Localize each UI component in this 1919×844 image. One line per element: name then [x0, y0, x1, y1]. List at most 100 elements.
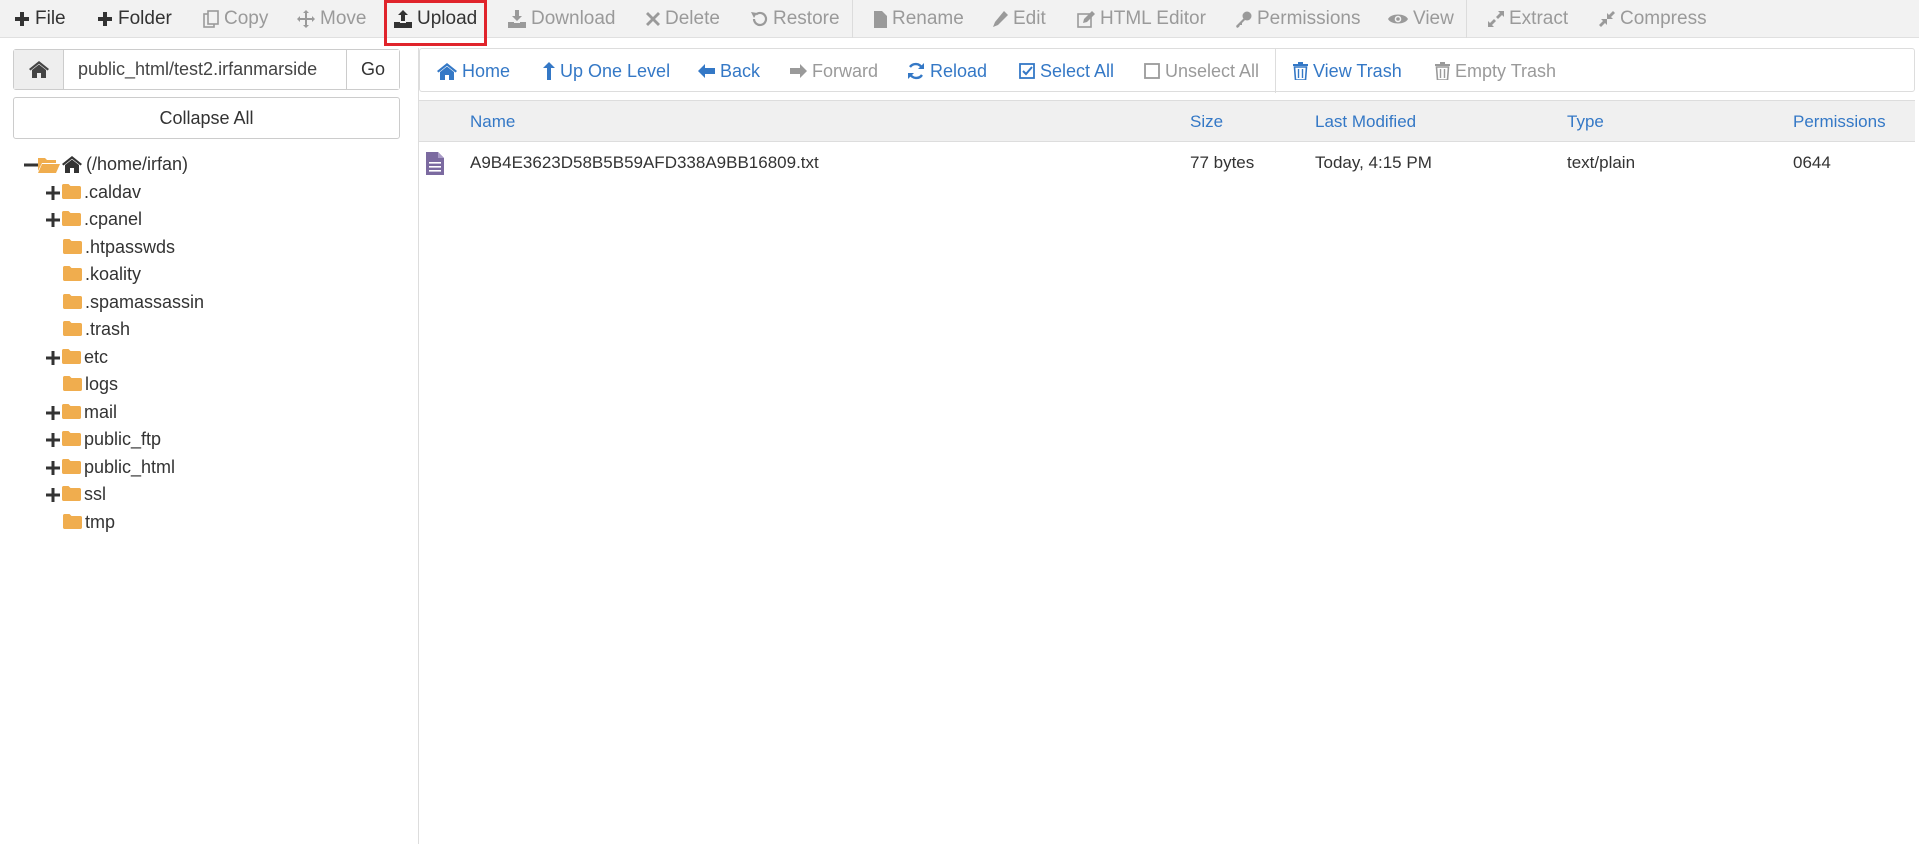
table-header: Name Size Last Modified Type Permissions	[419, 100, 1915, 142]
plus-icon[interactable]	[46, 185, 60, 200]
minus-icon[interactable]	[24, 158, 38, 172]
tree-root[interactable]: (/home/irfan)	[0, 152, 400, 178]
column-header-type[interactable]: Type	[1567, 101, 1604, 143]
tree-item-label: public_ftp	[84, 429, 162, 449]
download-button[interactable]: Download	[508, 0, 616, 38]
tree-item[interactable]: public_html	[0, 455, 400, 481]
arrow-left-icon	[698, 64, 715, 78]
plus-icon[interactable]	[46, 433, 60, 447]
column-header-name[interactable]: Name	[470, 101, 515, 143]
download-label: Download	[531, 8, 616, 29]
tree-item[interactable]: .htpasswds	[0, 235, 400, 261]
column-header-size[interactable]: Size	[1190, 101, 1223, 143]
home-button[interactable]: Home	[437, 49, 510, 93]
checkbox-checked-icon	[1019, 63, 1035, 79]
restore-label: Restore	[773, 8, 840, 29]
refresh-icon	[908, 62, 924, 80]
tree-item[interactable]: .caldav	[0, 180, 400, 206]
restore-button[interactable]: Restore	[751, 0, 840, 38]
extract-button[interactable]: Extract	[1488, 0, 1568, 38]
plus-icon[interactable]	[46, 405, 60, 420]
home-label: Home	[462, 60, 511, 81]
file-last-modified: Today, 4:15 PM	[1315, 153, 1432, 172]
new-folder-button[interactable]: Folder	[97, 0, 172, 38]
up-one-level-button[interactable]: Up One Level	[543, 49, 670, 93]
html-editor-button[interactable]: HTML Editor	[1077, 0, 1206, 38]
view-button[interactable]: View	[1388, 0, 1454, 38]
folder-icon	[63, 266, 82, 281]
folder-open-icon	[38, 158, 60, 173]
reload-button[interactable]: Reload	[907, 49, 987, 93]
copy-button[interactable]: Copy	[203, 0, 268, 38]
tree-item-label: .caldav	[84, 181, 142, 202]
edit-button[interactable]: Edit	[992, 0, 1046, 38]
compress-button[interactable]: Compress	[1599, 0, 1707, 38]
tree-item[interactable]: tmp	[0, 510, 400, 536]
empty-trash-button[interactable]: Empty Trash	[1435, 49, 1556, 93]
folder-icon	[62, 458, 81, 474]
tree-item[interactable]: etc	[0, 345, 400, 371]
plus-icon[interactable]	[46, 350, 60, 365]
tree-item[interactable]: mail	[0, 400, 400, 426]
tree-item-label: logs	[85, 374, 119, 394]
move-button[interactable]: Move	[297, 0, 366, 38]
tree-item-label: public_html	[84, 456, 176, 477]
back-button[interactable]: Back	[698, 49, 760, 93]
go-button[interactable]: Go	[346, 50, 399, 89]
home-icon	[28, 61, 49, 78]
folder-icon	[63, 321, 82, 336]
plus-icon[interactable]	[46, 488, 60, 502]
forward-button[interactable]: Forward	[790, 49, 878, 93]
plus-icon	[15, 12, 29, 26]
expand-icon	[1488, 11, 1504, 27]
plus-icon[interactable]	[46, 213, 60, 227]
forward-label: Forward	[812, 60, 879, 81]
rename-button[interactable]: Rename	[874, 0, 964, 38]
folder-icon	[62, 403, 81, 419]
folder-icon	[63, 238, 82, 254]
select-all-button[interactable]: Select All	[1019, 49, 1114, 93]
table-row[interactable]: A9B4E3623D58B5B59AFD338A9BB16809.txt 77 …	[419, 144, 1915, 182]
compress-label: Compress	[1620, 8, 1707, 29]
download-icon	[508, 10, 526, 28]
edit-label: Edit	[1013, 8, 1046, 29]
tree-item[interactable]: public_ftp	[0, 427, 400, 453]
folder-icon	[63, 376, 82, 391]
tree-item-label: mail	[84, 401, 118, 422]
new-file-button[interactable]: File	[14, 0, 66, 38]
tree-item[interactable]: ssl	[0, 482, 400, 508]
plus-icon[interactable]	[46, 460, 60, 475]
file-browser-panel: Home Up One Level Back Forward Reload Se…	[418, 48, 1915, 844]
copy-icon	[203, 10, 219, 28]
folder-icon	[63, 293, 82, 309]
column-header-last-modified[interactable]: Last Modified	[1315, 101, 1416, 143]
tree-item[interactable]: .cpanel	[0, 207, 400, 233]
path-bar: Go	[13, 49, 400, 90]
tree-item[interactable]: .trash	[0, 317, 400, 343]
navigation-bar: Home Up One Level Back Forward Reload Se…	[419, 48, 1915, 93]
toolbar-divider	[852, 0, 853, 38]
nav-divider	[1275, 49, 1276, 93]
path-input[interactable]	[64, 50, 346, 89]
rename-label: Rename	[892, 8, 964, 29]
back-label: Back	[720, 60, 761, 81]
folder-icon	[63, 513, 82, 529]
file-name[interactable]: A9B4E3623D58B5B59AFD338A9BB16809.txt	[470, 144, 819, 182]
view-trash-button[interactable]: View Trash	[1293, 49, 1402, 93]
home-icon	[62, 156, 82, 173]
unselect-all-label: Unselect All	[1165, 60, 1260, 81]
column-header-permissions[interactable]: Permissions	[1793, 101, 1886, 143]
new-folder-label: Folder	[118, 8, 172, 29]
select-all-label: Select All	[1040, 60, 1115, 81]
empty-trash-label: Empty Trash	[1455, 60, 1557, 81]
tree-item[interactable]: logs	[0, 372, 400, 398]
permissions-button[interactable]: Permissions	[1235, 0, 1360, 38]
path-home-button[interactable]	[14, 50, 64, 89]
tree-item[interactable]: .koality	[0, 262, 400, 288]
delete-button[interactable]: Delete	[646, 0, 720, 38]
plus-icon	[98, 12, 112, 26]
unselect-all-button[interactable]: Unselect All	[1144, 49, 1259, 93]
collapse-all-button[interactable]: Collapse All	[13, 97, 400, 139]
tree-item[interactable]: .spamassassin	[0, 290, 400, 316]
move-arrows-icon	[297, 10, 315, 28]
